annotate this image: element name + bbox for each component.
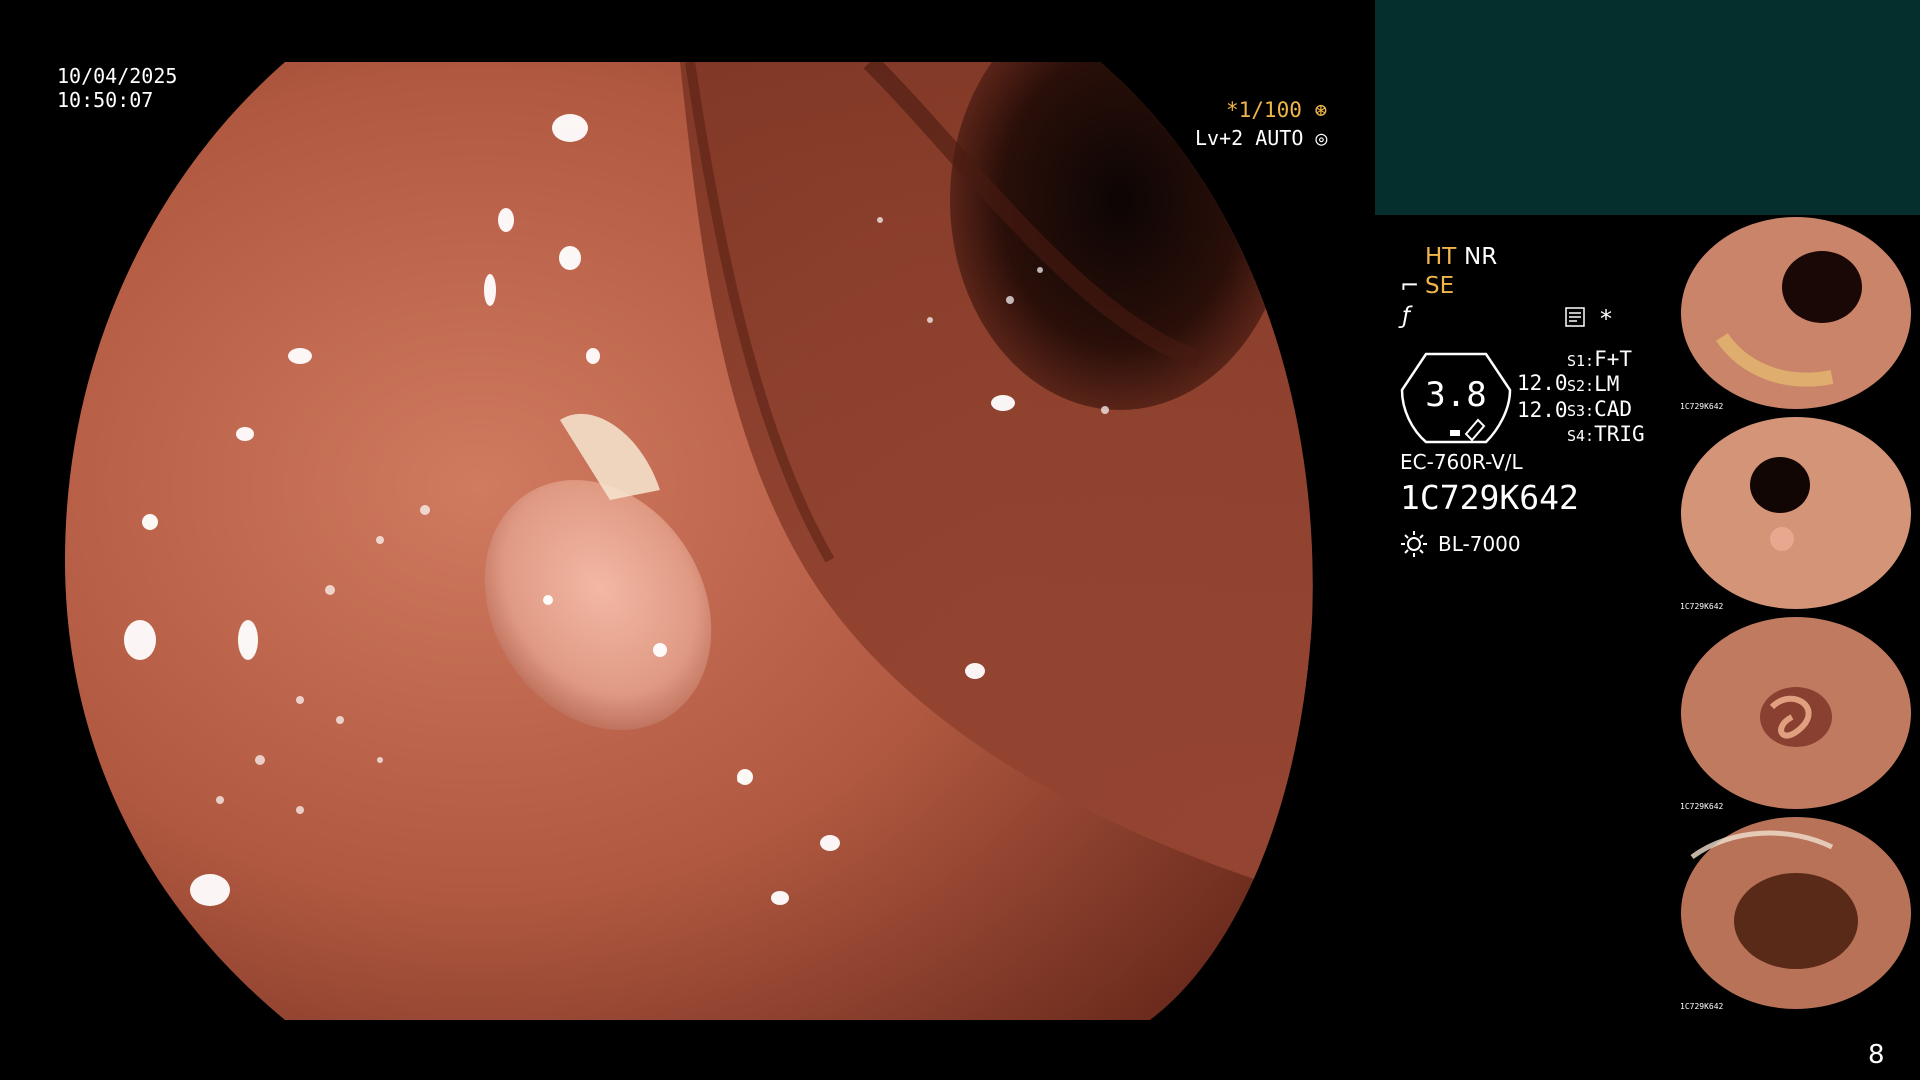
star-indicator: * — [1600, 305, 1612, 333]
memory-icon — [1565, 307, 1585, 327]
thumbnail-label: 1C729K642 — [1680, 1002, 1724, 1011]
endoscope-image — [65, 62, 1313, 1020]
shutter-speed-value: *1/100 — [1226, 98, 1302, 122]
iris-mode: Lv+2 AUTO ◎ — [1195, 126, 1327, 150]
switch-s1: S1:F+T — [1567, 347, 1632, 371]
endoscope-view — [0, 0, 1370, 1080]
switch-s4: S4:TRIG — [1567, 422, 1645, 446]
switch-s2: S2:LM — [1567, 372, 1619, 396]
switch-value: CAD — [1594, 397, 1633, 421]
thumbnail-2[interactable]: 1C729K642 — [1672, 417, 1920, 613]
exam-time: 10:50:07 — [57, 88, 154, 112]
shutter-speed: *1/100 ⊛ — [1226, 98, 1327, 122]
light-source: BL-7000 — [1438, 532, 1521, 556]
scope-model: EC-760R-V/L — [1400, 450, 1523, 474]
exam-date: 10/04/2025 — [57, 64, 178, 88]
switch-value: LM — [1594, 372, 1620, 396]
ht-indicator: HT — [1425, 244, 1457, 270]
filter-icon: ƒ — [1402, 303, 1411, 329]
thumbnail-image: 1C729K642 — [1672, 417, 1920, 613]
page-number: 8 — [1868, 1040, 1885, 1070]
thumbnail-label: 1C729K642 — [1680, 402, 1724, 411]
thumbnail-1[interactable]: 1C729K642 — [1672, 217, 1920, 413]
switch-key: S3: — [1567, 402, 1595, 420]
switch-key: S4: — [1567, 427, 1595, 445]
info-panel-box — [1375, 0, 1920, 215]
switch-key: S1: — [1567, 352, 1595, 370]
switch-value: F+T — [1594, 347, 1633, 371]
scope-value-1: 12.0 — [1517, 371, 1568, 395]
switch-s3: S3:CAD — [1567, 397, 1632, 421]
thumbnail-image: 1C729K642 — [1672, 617, 1920, 813]
thumbnail-3[interactable]: 1C729K642 — [1672, 617, 1920, 813]
thumbnail-4[interactable]: 1C729K642 — [1672, 817, 1920, 1013]
iris-mode-value: Lv+2 AUTO — [1195, 126, 1304, 150]
shutter-icon: ⊛ — [1301, 98, 1328, 122]
scope-serial: 1C729K642 — [1400, 478, 1579, 517]
switch-key: S2: — [1567, 377, 1595, 395]
thumbnail-image: 1C729K642 — [1672, 217, 1920, 413]
thumbnail-image: 1C729K642 — [1672, 817, 1920, 1013]
structure-enhance-icon: ⌐ — [1400, 273, 1420, 299]
iris-icon: ◎ — [1303, 126, 1328, 150]
nr-indicator: NR — [1464, 244, 1498, 270]
se-indicator: SE — [1425, 273, 1455, 299]
switch-value: TRIG — [1594, 422, 1645, 446]
light-source-icon — [1401, 531, 1427, 557]
thumbnail-label: 1C729K642 — [1680, 602, 1724, 611]
scope-hex-value: 3.8 — [1425, 375, 1487, 415]
thumbnail-label: 1C729K642 — [1680, 802, 1724, 811]
scope-value-2: 12.0 — [1517, 398, 1568, 422]
